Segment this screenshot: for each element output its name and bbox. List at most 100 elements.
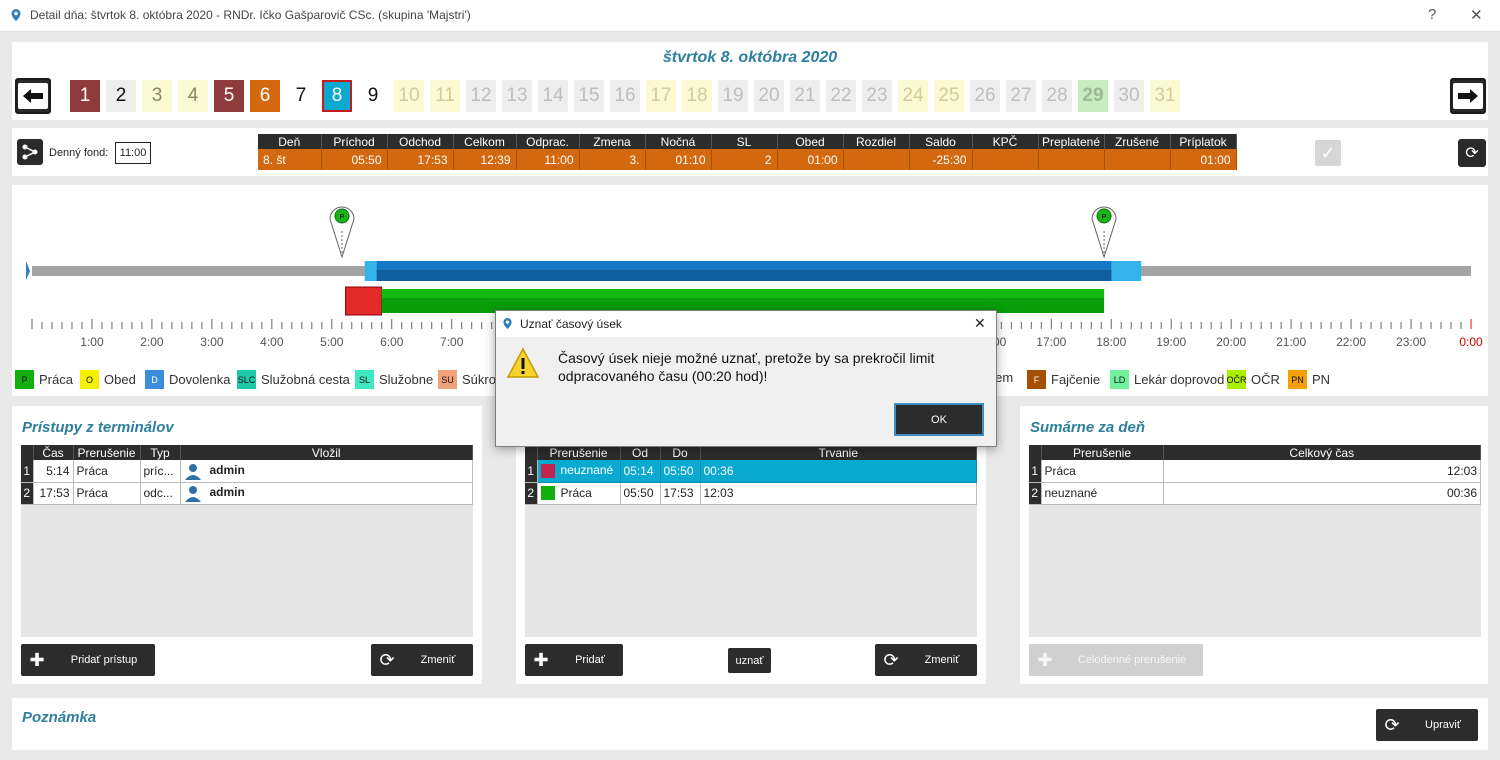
col-int-do[interactable]: Do [660,445,701,460]
day-30[interactable]: 30 [1114,80,1144,112]
dialog-pin-icon [503,318,512,329]
access-pin-2[interactable]: P [1091,206,1117,259]
fund-value[interactable]: 11:00 [115,142,151,164]
interruptions-grid[interactable]: Prerušenie Od Do Trvanie 1 neuznané 05:14 0… [525,445,977,637]
terminal-grid[interactable]: Čas Prerušenie Typ Vložil 1 5:14 Práca príc… [21,445,473,637]
cell-typ: príc... [140,460,181,483]
col-int-trvanie[interactable]: Trvanie [700,445,977,460]
row-number: 1 [525,460,538,483]
dialog-close-button[interactable]: ✕ [974,315,986,332]
window-close-button[interactable]: ✕ [1470,6,1483,24]
day-23[interactable]: 23 [862,80,892,112]
col-typ[interactable]: Typ [140,445,181,460]
app-pin-icon [11,9,21,21]
hour-label: 22:00 [1336,335,1366,349]
day-24[interactable]: 24 [898,80,928,112]
day-18[interactable]: 18 [682,80,712,112]
day-7[interactable]: 7 [286,80,316,112]
table-row[interactable]: 2 Práca 05:50 17:53 12:03 [525,482,977,505]
cell-int-do: 05:50 [660,460,701,483]
day-16[interactable]: 16 [610,80,640,112]
dialog-title: Uznať časový úsek [520,317,622,331]
col-int-od[interactable]: Od [620,445,661,460]
day-11[interactable]: 11 [430,80,460,112]
day-21[interactable]: 21 [790,80,820,112]
summary-col-8: Obed [777,134,844,149]
day-9[interactable]: 9 [358,80,388,112]
col-int-prerusenie[interactable]: Prerušenie [537,445,621,460]
hour-label: 3:00 [200,335,224,349]
day-6[interactable]: 6 [250,80,280,112]
legend-item-8: LD Lekár doprovod [1110,370,1224,389]
hour-label: 7:00 [440,335,464,349]
access-pin-1[interactable]: P [329,206,355,259]
edit-note-button[interactable]: ⟳ Upraviť [1376,709,1478,741]
day-27[interactable]: 27 [1006,80,1036,112]
cell-int-od: 05:50 [620,482,661,505]
segment-unaccepted[interactable] [345,286,383,316]
legend-item-5: SU Súkro [438,370,496,389]
day-25[interactable]: 25 [934,80,964,112]
day-28[interactable]: 28 [1042,80,1072,112]
day-8[interactable]: 8 [322,80,352,112]
add-access-button[interactable]: ✚ Pridať prístup [21,644,155,676]
ok-button[interactable]: OK [894,403,984,436]
day-17[interactable]: 17 [646,80,676,112]
next-day-button[interactable] [1450,78,1486,114]
day-15[interactable]: 15 [574,80,604,112]
allday-interruption-button[interactable]: ✚ Celodenné prerušenie [1029,644,1203,676]
cell-prerusenie: Práca [73,482,141,505]
col-vlozil[interactable]: Vložil [180,445,473,460]
change-interruption-button[interactable]: ⟳ Zmeniť [875,644,977,676]
summary-col-0: Deň [258,134,322,149]
cell-sum-time: 00:36 [1163,482,1481,505]
table-row[interactable]: 2 17:53 Práca odc... admin [21,482,473,505]
accept-button[interactable]: uznať [728,648,771,673]
day-2[interactable]: 2 [106,80,136,112]
daysum-grid[interactable]: Prerušenie Celkový čas 1 Práca 12:03 2 neuzn… [1029,445,1481,637]
legend-swatch: SL [355,370,374,389]
cell-prerusenie: Práca [73,460,141,483]
day-12[interactable]: 12 [466,80,496,112]
nodes-icon [22,144,38,160]
day-29[interactable]: 29 [1078,80,1108,112]
schema-button[interactable] [17,139,43,165]
day-20[interactable]: 20 [754,80,784,112]
hour-label: 6:00 [380,335,404,349]
day-3[interactable]: 3 [142,80,172,112]
hour-label: 5:00 [320,335,344,349]
arrow-right-icon [1458,89,1478,103]
help-button[interactable]: ? [1428,6,1436,23]
day-19[interactable]: 19 [718,80,748,112]
legend-swatch: F [1027,370,1046,389]
col-sum-celkovy[interactable]: Celkový čas [1163,445,1481,460]
summary-cell-13 [1104,149,1171,170]
user-icon [184,463,201,480]
day-22[interactable]: 22 [826,80,856,112]
day-10[interactable]: 10 [394,80,424,112]
day-13[interactable]: 13 [502,80,532,112]
table-row[interactable]: 1 neuznané 05:14 05:50 00:36 [525,460,977,483]
confirm-button[interactable]: ✓ [1315,140,1341,166]
day-1[interactable]: 1 [70,80,100,112]
table-row[interactable]: 2 neuznané 00:36 [1029,482,1481,505]
day-14[interactable]: 14 [538,80,568,112]
change-access-button[interactable]: ⟳ Zmeniť [371,644,473,676]
col-prerusenie[interactable]: Prerušenie [73,445,141,460]
user-name: admin [209,485,245,500]
day-4[interactable]: 4 [178,80,208,112]
day-31[interactable]: 31 [1150,80,1180,112]
table-row[interactable]: 1 5:14 Práca príc... admin [21,460,473,483]
refresh-summary-button[interactable]: ⟳ [1458,139,1486,167]
table-row[interactable]: 1 Práca 12:03 [1029,460,1481,483]
day-5[interactable]: 5 [214,80,244,112]
day-26[interactable]: 26 [970,80,1000,112]
col-sum-prerusenie[interactable]: Prerušenie [1041,445,1164,460]
cell-int-od: 05:14 [620,460,661,483]
timeline-start-marker[interactable] [26,261,30,280]
window-title: Detail dňa: štvrtok 8. októbra 2020 - RN… [30,8,471,22]
summary-col-11: KPČ [972,134,1039,149]
col-cas[interactable]: Čas [33,445,74,460]
add-interruption-button[interactable]: ✚ Pridať [525,644,623,676]
prev-day-button[interactable] [15,78,51,114]
